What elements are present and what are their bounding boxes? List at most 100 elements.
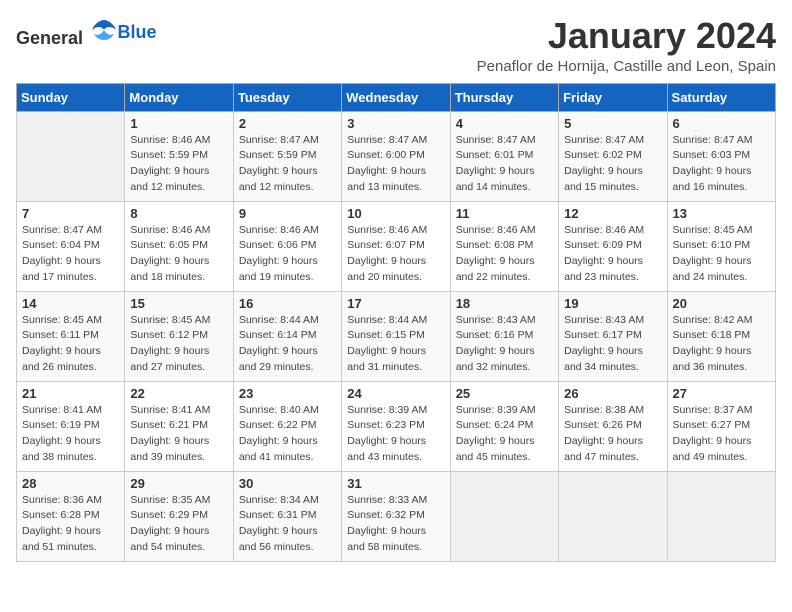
day-details: Sunrise: 8:34 AMSunset: 6:31 PMDaylight:… (239, 493, 336, 556)
day-number: 28 (22, 476, 119, 491)
calendar-cell: 30 Sunrise: 8:34 AMSunset: 6:31 PMDayligh… (233, 471, 341, 561)
calendar-cell: 4 Sunrise: 8:47 AMSunset: 6:01 PMDaylight… (450, 111, 558, 201)
day-number: 30 (239, 476, 336, 491)
day-number: 7 (22, 206, 119, 221)
day-details: Sunrise: 8:45 AMSunset: 6:12 PMDaylight:… (130, 313, 227, 376)
calendar-cell: 26 Sunrise: 8:38 AMSunset: 6:26 PMDayligh… (559, 381, 667, 471)
calendar-cell: 11 Sunrise: 8:46 AMSunset: 6:08 PMDayligh… (450, 201, 558, 291)
calendar-cell: 25 Sunrise: 8:39 AMSunset: 6:24 PMDayligh… (450, 381, 558, 471)
logo-general-text: General (16, 28, 83, 48)
calendar-cell (17, 111, 125, 201)
calendar-title: January 2024 (477, 16, 776, 56)
calendar-cell: 9 Sunrise: 8:46 AMSunset: 6:06 PMDaylight… (233, 201, 341, 291)
calendar-cell (559, 471, 667, 561)
calendar-cell: 17Sunrise: 8:44 AMSunset: 6:15 PMDayligh… (342, 291, 450, 381)
calendar-subtitle: Penaflor de Hornija, Castille and Leon, … (477, 58, 776, 75)
title-area: January 2024 Penaflor de Hornija, Castil… (477, 16, 776, 75)
column-header-sunday: Sunday (17, 83, 125, 111)
calendar-cell: 8Sunrise: 8:46 AMSunset: 6:05 PMDaylight… (125, 201, 233, 291)
day-details: Sunrise: 8:46 AMSunset: 6:08 PMDaylight:… (456, 223, 553, 286)
day-number: 21 (22, 386, 119, 401)
day-number: 29 (130, 476, 227, 491)
calendar-week-row: 14 Sunrise: 8:45 AMSunset: 6:11 PMDayligh… (17, 291, 776, 381)
day-number: 19 (564, 296, 661, 311)
calendar-table: SundayMondayTuesdayWednesdayThursdayFrid… (16, 83, 776, 562)
day-details: Sunrise: 8:42 AMSunset: 6:18 PMDaylight:… (673, 313, 770, 376)
calendar-cell (667, 471, 775, 561)
day-details: Sunrise: 8:44 AMSunset: 6:15 PMDaylight:… (347, 313, 444, 376)
calendar-cell: 6Sunrise: 8:47 AMSunset: 6:03 PMDaylight… (667, 111, 775, 201)
calendar-week-row: 28Sunrise: 8:36 AMSunset: 6:28 PMDayligh… (17, 471, 776, 561)
calendar-week-row: 1 Sunrise: 8:46 AMSunset: 5:59 PMDaylight… (17, 111, 776, 201)
calendar-cell: 22 Sunrise: 8:41 AMSunset: 6:21 PMDayligh… (125, 381, 233, 471)
day-number: 16 (239, 296, 336, 311)
day-number: 25 (456, 386, 553, 401)
column-header-tuesday: Tuesday (233, 83, 341, 111)
day-number: 31 (347, 476, 444, 491)
day-number: 27 (673, 386, 770, 401)
day-number: 20 (673, 296, 770, 311)
day-details: Sunrise: 8:47 AMSunset: 6:03 PMDaylight:… (673, 133, 770, 196)
day-details: Sunrise: 8:41 AMSunset: 6:21 PMDaylight:… (130, 403, 227, 466)
day-number: 4 (456, 116, 553, 131)
day-details: Sunrise: 8:45 AMSunset: 6:10 PMDaylight:… (673, 223, 770, 286)
day-details: Sunrise: 8:39 AMSunset: 6:24 PMDaylight:… (456, 403, 553, 466)
day-details: Sunrise: 8:37 AMSunset: 6:27 PMDaylight:… (673, 403, 770, 466)
day-number: 10 (347, 206, 444, 221)
day-details: Sunrise: 8:47 AMSunset: 6:02 PMDaylight:… (564, 133, 661, 196)
calendar-cell: 10 Sunrise: 8:46 AMSunset: 6:07 PMDayligh… (342, 201, 450, 291)
day-details: Sunrise: 8:38 AMSunset: 6:26 PMDaylight:… (564, 403, 661, 466)
day-details: Sunrise: 8:46 AMSunset: 6:05 PMDaylight:… (130, 223, 227, 286)
calendar-week-row: 21 Sunrise: 8:41 AMSunset: 6:19 PMDayligh… (17, 381, 776, 471)
calendar-cell: 1 Sunrise: 8:46 AMSunset: 5:59 PMDaylight… (125, 111, 233, 201)
calendar-week-row: 7 Sunrise: 8:47 AMSunset: 6:04 PMDaylight… (17, 201, 776, 291)
calendar-cell: 21 Sunrise: 8:41 AMSunset: 6:19 PMDayligh… (17, 381, 125, 471)
day-details: Sunrise: 8:47 AMSunset: 6:04 PMDaylight:… (22, 223, 119, 286)
day-number: 1 (130, 116, 227, 131)
day-number: 13 (673, 206, 770, 221)
day-number: 5 (564, 116, 661, 131)
calendar-cell: 29Sunrise: 8:35 AMSunset: 6:29 PMDayligh… (125, 471, 233, 561)
calendar-header-row: SundayMondayTuesdayWednesdayThursdayFrid… (17, 83, 776, 111)
day-number: 15 (130, 296, 227, 311)
day-details: Sunrise: 8:40 AMSunset: 6:22 PMDaylight:… (239, 403, 336, 466)
column-header-thursday: Thursday (450, 83, 558, 111)
calendar-cell: 23 Sunrise: 8:40 AMSunset: 6:22 PMDayligh… (233, 381, 341, 471)
day-number: 2 (239, 116, 336, 131)
calendar-cell: 13 Sunrise: 8:45 AMSunset: 6:10 PMDayligh… (667, 201, 775, 291)
day-details: Sunrise: 8:46 AMSunset: 6:06 PMDaylight:… (239, 223, 336, 286)
calendar-cell: 24 Sunrise: 8:39 AMSunset: 6:23 PMDayligh… (342, 381, 450, 471)
day-number: 14 (22, 296, 119, 311)
calendar-cell: 19 Sunrise: 8:43 AMSunset: 6:17 PMDayligh… (559, 291, 667, 381)
logo-blue-text: Blue (118, 22, 157, 43)
day-number: 24 (347, 386, 444, 401)
day-number: 12 (564, 206, 661, 221)
day-number: 22 (130, 386, 227, 401)
day-details: Sunrise: 8:39 AMSunset: 6:23 PMDaylight:… (347, 403, 444, 466)
day-number: 3 (347, 116, 444, 131)
logo: General Blue (16, 16, 157, 49)
calendar-cell: 3 Sunrise: 8:47 AMSunset: 6:00 PMDaylight… (342, 111, 450, 201)
day-number: 11 (456, 206, 553, 221)
day-details: Sunrise: 8:47 AMSunset: 6:01 PMDaylight:… (456, 133, 553, 196)
day-details: Sunrise: 8:46 AMSunset: 6:07 PMDaylight:… (347, 223, 444, 286)
calendar-cell: 7 Sunrise: 8:47 AMSunset: 6:04 PMDaylight… (17, 201, 125, 291)
day-details: Sunrise: 8:47 AMSunset: 6:00 PMDaylight:… (347, 133, 444, 196)
day-details: Sunrise: 8:45 AMSunset: 6:11 PMDaylight:… (22, 313, 119, 376)
calendar-cell: 31 Sunrise: 8:33 AMSunset: 6:32 PMDayligh… (342, 471, 450, 561)
day-number: 9 (239, 206, 336, 221)
calendar-cell: 14 Sunrise: 8:45 AMSunset: 6:11 PMDayligh… (17, 291, 125, 381)
day-details: Sunrise: 8:43 AMSunset: 6:17 PMDaylight:… (564, 313, 661, 376)
day-details: Sunrise: 8:46 AMSunset: 5:59 PMDaylight:… (130, 133, 227, 196)
calendar-cell: 5 Sunrise: 8:47 AMSunset: 6:02 PMDaylight… (559, 111, 667, 201)
day-number: 26 (564, 386, 661, 401)
calendar-cell: 12 Sunrise: 8:46 AMSunset: 6:09 PMDayligh… (559, 201, 667, 291)
day-number: 23 (239, 386, 336, 401)
day-details: Sunrise: 8:44 AMSunset: 6:14 PMDaylight:… (239, 313, 336, 376)
day-details: Sunrise: 8:41 AMSunset: 6:19 PMDaylight:… (22, 403, 119, 466)
calendar-cell: 2Sunrise: 8:47 AMSunset: 5:59 PMDaylight… (233, 111, 341, 201)
calendar-cell: 16 Sunrise: 8:44 AMSunset: 6:14 PMDayligh… (233, 291, 341, 381)
day-number: 18 (456, 296, 553, 311)
day-details: Sunrise: 8:46 AMSunset: 6:09 PMDaylight:… (564, 223, 661, 286)
day-details: Sunrise: 8:33 AMSunset: 6:32 PMDaylight:… (347, 493, 444, 556)
